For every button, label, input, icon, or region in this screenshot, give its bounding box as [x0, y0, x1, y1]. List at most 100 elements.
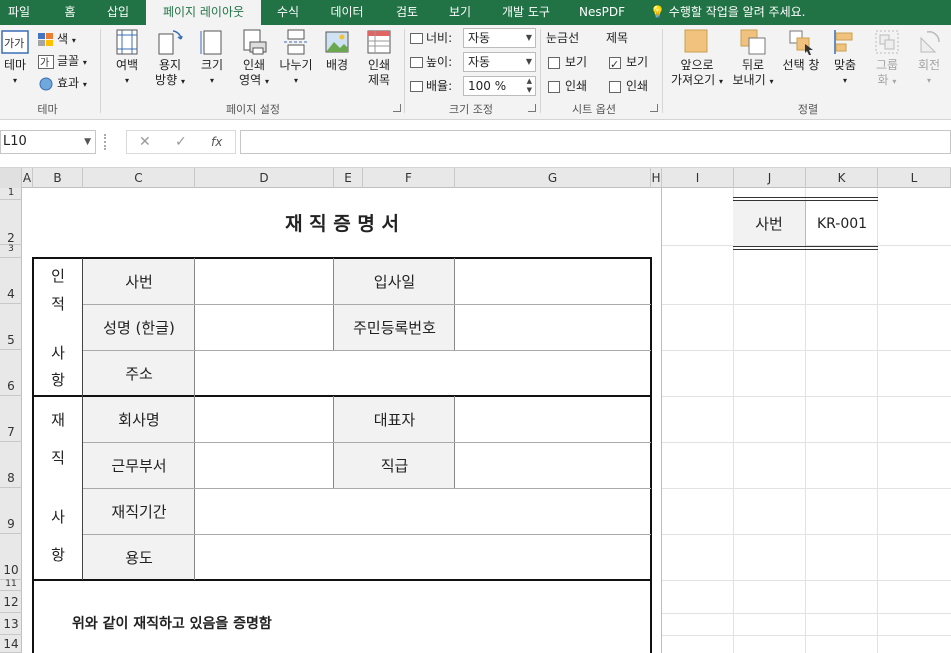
align-button[interactable]: 맞춤 ▾: [826, 28, 864, 88]
table-inner-line: [83, 488, 651, 489]
breaks-button[interactable]: 나누기 ▾: [276, 28, 316, 88]
themes-icon: 가가: [1, 30, 29, 54]
page-setup-launcher-icon[interactable]: [393, 104, 401, 112]
theme-effects-button[interactable]: 효과 ▾: [38, 73, 87, 93]
value-resident-no[interactable]: [455, 304, 651, 350]
column-header[interactable]: B: [33, 168, 83, 188]
margins-button[interactable]: 여백 ▾: [108, 28, 146, 88]
row-header[interactable]: 3: [0, 245, 22, 258]
tab-formulas[interactable]: 수식: [268, 0, 308, 25]
themes-button[interactable]: 가가 테마 ▾: [0, 28, 30, 88]
tab-insert[interactable]: 삽입: [96, 0, 140, 25]
value-ceo[interactable]: [455, 396, 651, 442]
tab-page-layout[interactable]: 페이지 레이아웃: [146, 0, 261, 25]
column-header[interactable]: E: [334, 168, 363, 188]
size-button[interactable]: 크기 ▾: [195, 28, 229, 88]
column-header[interactable]: G: [455, 168, 651, 188]
cancel-icon[interactable]: ✕: [139, 134, 151, 150]
formula-input[interactable]: [240, 130, 951, 154]
select-all-corner[interactable]: [0, 168, 22, 188]
column-header[interactable]: A: [22, 168, 33, 188]
gridlines-view-checkbox[interactable]: 보기: [548, 52, 587, 72]
selection-pane-button[interactable]: 선택 창: [780, 28, 822, 73]
rotate-button[interactable]: 회전 ▾: [910, 28, 948, 88]
value-purpose[interactable]: [195, 534, 651, 580]
row-header[interactable]: 9: [0, 488, 22, 534]
margins-icon: [116, 29, 138, 55]
tell-me-box[interactable]: 💡 수행할 작업을 알려 주세요.: [650, 0, 850, 25]
headings-view-checkbox[interactable]: 보기: [609, 52, 648, 75]
theme-colors-button[interactable]: 색 ▾: [38, 29, 76, 49]
width-select[interactable]: 자동 ▼: [463, 28, 536, 48]
table-inner-line: [194, 258, 195, 580]
row-header[interactable]: 13: [0, 613, 22, 635]
scale-launcher-icon[interactable]: [528, 104, 536, 112]
column-header[interactable]: J: [734, 168, 806, 188]
sheet-options-launcher-icon[interactable]: [650, 104, 658, 112]
headings-view-check[interactable]: [609, 55, 621, 75]
bring-forward-button[interactable]: 앞으로 가져오기 ▾: [668, 28, 726, 89]
row-header[interactable]: 7: [0, 396, 22, 442]
name-box[interactable]: L10 ▼: [0, 130, 96, 154]
row-header[interactable]: 8: [0, 442, 22, 488]
group-label-scale: 크기 조정: [449, 103, 493, 116]
background-button[interactable]: 배경: [320, 28, 354, 73]
column-header[interactable]: L: [878, 168, 951, 188]
scale-spinner[interactable]: 100 % ▲ ▼: [463, 76, 536, 96]
gridlines-view-check[interactable]: [548, 56, 560, 69]
row-header[interactable]: 12: [0, 591, 22, 613]
value-name-kr[interactable]: [195, 304, 334, 350]
print-area-button[interactable]: 인쇄 영역 ▾: [234, 28, 274, 89]
column-header[interactable]: I: [662, 168, 734, 188]
value-company[interactable]: [195, 396, 334, 442]
print-titles-button[interactable]: 인쇄 제목: [360, 28, 398, 88]
page-break-line: [661, 188, 662, 653]
enter-icon[interactable]: ✓: [175, 134, 187, 150]
row-header[interactable]: 5: [0, 304, 22, 350]
value-employee-no[interactable]: [195, 258, 334, 304]
column-header[interactable]: F: [363, 168, 455, 188]
row-header[interactable]: 1: [0, 188, 22, 200]
row-header[interactable]: 6: [0, 350, 22, 396]
tab-nespdf[interactable]: NesPDF: [572, 0, 632, 25]
tab-data[interactable]: 데이터: [320, 0, 374, 25]
row-header[interactable]: 11: [0, 580, 22, 591]
gridlines-print-check[interactable]: [548, 80, 560, 93]
value-period[interactable]: [195, 488, 651, 534]
column-header[interactable]: D: [195, 168, 334, 188]
height-select[interactable]: 자동 ▼: [463, 52, 536, 72]
send-backward-button[interactable]: 뒤로 보내기 ▾: [728, 28, 778, 89]
column-header[interactable]: C: [83, 168, 195, 188]
label-name-kr: 성명 (한글): [83, 304, 195, 350]
scale-label: 배율:: [410, 76, 452, 96]
value-department[interactable]: [195, 442, 334, 488]
value-position[interactable]: [455, 442, 651, 488]
headings-print-check[interactable]: [609, 80, 621, 93]
value-address[interactable]: [195, 350, 651, 396]
gridlines-print-checkbox[interactable]: 인쇄: [548, 76, 587, 96]
width-icon: [410, 33, 423, 44]
headings-print-checkbox[interactable]: 인쇄: [609, 76, 648, 96]
row-header[interactable]: 10: [0, 534, 22, 580]
tab-view[interactable]: 보기: [438, 0, 482, 25]
group-button[interactable]: 그룹 화 ▾: [866, 28, 908, 89]
orientation-button[interactable]: 용지 방향 ▾: [150, 28, 190, 89]
side-box-border: [733, 249, 878, 250]
side-value-employee-no[interactable]: KR-001: [806, 201, 878, 246]
row-header[interactable]: 4: [0, 258, 22, 304]
value-hire-date[interactable]: [455, 258, 651, 304]
label-employee-no: 사번: [83, 258, 195, 304]
column-header[interactable]: H: [651, 168, 662, 188]
tab-file[interactable]: 파일: [0, 0, 38, 25]
tab-home[interactable]: 홈: [52, 0, 88, 25]
chevron-down-icon: ▼: [525, 57, 532, 66]
theme-fonts-button[interactable]: 가 글꼴 ▾: [38, 51, 87, 71]
column-header[interactable]: K: [806, 168, 878, 188]
tab-developer[interactable]: 개발 도구: [490, 0, 562, 25]
label-address: 주소: [83, 350, 195, 396]
row-header[interactable]: 14: [0, 635, 22, 653]
insert-function-icon[interactable]: fx: [211, 135, 222, 149]
splitter-handle[interactable]: [104, 134, 107, 150]
tab-review[interactable]: 검토: [385, 0, 429, 25]
row-header[interactable]: 2: [0, 200, 22, 245]
